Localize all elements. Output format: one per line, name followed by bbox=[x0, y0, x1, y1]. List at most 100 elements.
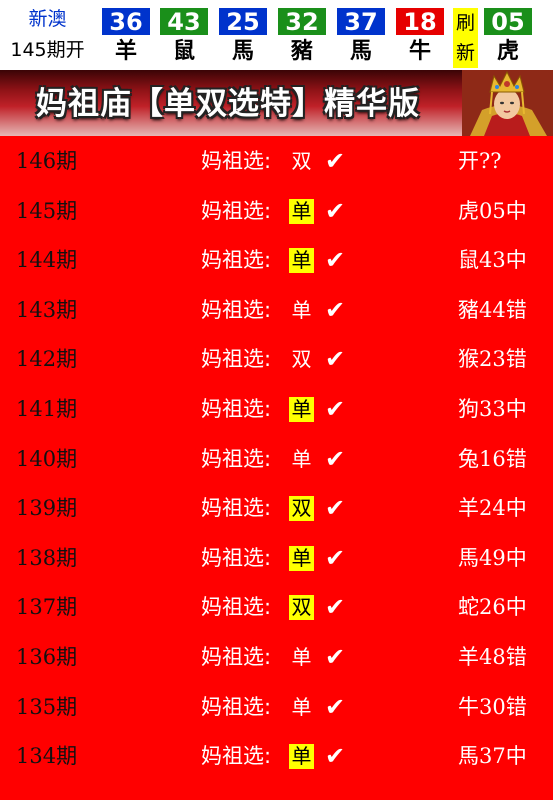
record-row: 141期 妈祖选: 单 ✔ 狗33中 bbox=[0, 384, 553, 434]
record-period: 142期 bbox=[16, 347, 78, 372]
ball-2-number: 43 bbox=[160, 8, 208, 36]
record-pick-value: 单 bbox=[291, 645, 312, 669]
record-pick-label: 妈祖选: bbox=[201, 297, 272, 322]
record-pick-value: 单 bbox=[289, 248, 314, 274]
lottery-name[interactable]: 新澳 bbox=[0, 6, 95, 32]
record-row: 134期 妈祖选: 单 ✔ 馬37中 bbox=[0, 731, 553, 781]
special-ball: 05 虎 bbox=[482, 8, 534, 68]
record-period: 145期 bbox=[16, 198, 78, 223]
record-period: 140期 bbox=[16, 446, 78, 471]
refresh-label-2: 新 bbox=[455, 42, 475, 64]
record-pick-value: 单 bbox=[291, 446, 312, 471]
special-ball-zodiac: 虎 bbox=[496, 39, 519, 64]
record-result: 馬49中 bbox=[458, 545, 527, 570]
record-pick-label: 妈祖选: bbox=[201, 744, 272, 769]
ball-3-zodiac: 馬 bbox=[231, 39, 254, 64]
banner: 妈祖庙【单双选特】精华版 bbox=[0, 70, 553, 136]
record-row: 140期 妈祖选: 单 ✔ 兔16错 bbox=[0, 434, 553, 484]
check-icon: ✔ bbox=[325, 246, 346, 275]
record-result: 豬44错 bbox=[458, 297, 527, 322]
results-bar: 新澳 145期开 36 羊 43 鼠 25 馬 32 豬 37 馬 18 牛 刷… bbox=[0, 0, 553, 70]
ball-6: 18 牛 bbox=[394, 8, 446, 68]
record-period: 141期 bbox=[16, 397, 78, 421]
record-row: 142期 妈祖选: 双 ✔ 猴23错 bbox=[0, 334, 553, 384]
record-pick-label: 妈祖选: bbox=[201, 645, 272, 669]
record-result: 狗33中 bbox=[458, 397, 527, 421]
ball-4: 32 豬 bbox=[276, 8, 328, 68]
record-pick-value: 双 bbox=[291, 347, 312, 372]
record-pick-value: 单 bbox=[289, 397, 314, 422]
record-pick-label: 妈祖选: bbox=[201, 496, 272, 521]
ball-4-zodiac: 豬 bbox=[290, 39, 313, 64]
special-ball-number: 05 bbox=[484, 8, 532, 36]
record-pick-label: 妈祖选: bbox=[201, 397, 272, 421]
record-period: 143期 bbox=[16, 297, 78, 322]
ball-6-number: 18 bbox=[396, 8, 444, 36]
mazu-goddess-image bbox=[462, 70, 553, 136]
check-icon: ✔ bbox=[325, 593, 346, 622]
record-result: 兔16错 bbox=[458, 446, 527, 471]
check-icon: ✔ bbox=[325, 345, 346, 374]
record-pick-label: 妈祖选: bbox=[201, 347, 272, 372]
check-icon: ✔ bbox=[325, 147, 346, 175]
record-result: 羊24中 bbox=[458, 496, 527, 521]
check-icon: ✔ bbox=[325, 196, 346, 225]
record-row: 146期 妈祖选: 双 ✔ 开?? bbox=[0, 136, 553, 186]
record-result: 虎05中 bbox=[458, 198, 527, 223]
check-icon: ✔ bbox=[325, 692, 346, 721]
draw-period: 145期开 bbox=[10, 39, 85, 61]
ball-1-number: 36 bbox=[102, 8, 150, 36]
record-row: 143期 妈祖选: 单 ✔ 豬44错 bbox=[0, 285, 553, 335]
record-period: 139期 bbox=[16, 496, 78, 521]
record-pick-label: 妈祖选: bbox=[201, 198, 272, 223]
record-pick-value: 单 bbox=[291, 694, 312, 719]
refresh-button[interactable]: 刷 新 bbox=[453, 8, 478, 68]
check-icon: ✔ bbox=[325, 295, 346, 324]
record-row: 139期 妈祖选: 双 ✔ 羊24中 bbox=[0, 483, 553, 533]
record-period: 136期 bbox=[16, 645, 78, 669]
ball-1-zodiac: 羊 bbox=[114, 39, 137, 64]
ball-3: 25 馬 bbox=[217, 8, 269, 68]
ball-4-number: 32 bbox=[278, 8, 326, 36]
record-row: 144期 妈祖选: 单 ✔ 鼠43中 bbox=[0, 235, 553, 285]
record-result: 馬37中 bbox=[458, 744, 527, 769]
record-pick-label: 妈祖选: bbox=[201, 248, 272, 273]
record-pick-value: 双 bbox=[289, 496, 314, 522]
prediction-list: 146期 妈祖选: 双 ✔ 开?? 145期 妈祖选: 单 ✔ 虎05中 144期 妈祖选: 单 ✔ 鼠43… bbox=[0, 136, 553, 800]
record-pick-value: 单 bbox=[291, 297, 312, 322]
ball-2-zodiac: 鼠 bbox=[172, 39, 195, 64]
record-pick-label: 妈祖选: bbox=[201, 149, 272, 173]
record-pick-value: 单 bbox=[289, 744, 314, 770]
record-period: 134期 bbox=[16, 744, 78, 769]
check-icon: ✔ bbox=[325, 543, 346, 572]
record-result: 开?? bbox=[458, 149, 502, 173]
record-pick-value: 单 bbox=[289, 545, 314, 571]
record-period: 144期 bbox=[16, 248, 78, 273]
check-icon: ✔ bbox=[325, 444, 346, 473]
record-result: 羊48错 bbox=[458, 645, 527, 669]
lottery-label: 新澳 145期开 bbox=[0, 0, 95, 70]
record-row: 138期 妈祖选: 单 ✔ 馬49中 bbox=[0, 533, 553, 583]
record-period: 135期 bbox=[16, 694, 78, 719]
record-pick-label: 妈祖选: bbox=[201, 694, 272, 719]
record-pick-value: 双 bbox=[289, 595, 314, 621]
record-period: 138期 bbox=[16, 545, 78, 570]
record-row: 136期 妈祖选: 单 ✔ 羊48错 bbox=[0, 632, 553, 682]
record-period: 137期 bbox=[16, 595, 78, 620]
record-period: 146期 bbox=[16, 149, 78, 173]
check-icon: ✔ bbox=[325, 395, 346, 423]
record-result: 牛30错 bbox=[458, 694, 527, 719]
ball-5-number: 37 bbox=[337, 8, 385, 36]
record-pick-label: 妈祖选: bbox=[201, 595, 272, 620]
ball-1: 36 羊 bbox=[100, 8, 152, 68]
ball-6-zodiac: 牛 bbox=[408, 39, 431, 64]
check-icon: ✔ bbox=[325, 643, 346, 671]
record-result: 蛇26中 bbox=[458, 595, 527, 620]
check-icon: ✔ bbox=[325, 494, 346, 523]
refresh-label-1: 刷 bbox=[455, 12, 475, 34]
check-icon: ✔ bbox=[325, 742, 346, 771]
record-pick-value: 单 bbox=[289, 198, 314, 224]
record-result: 鼠43中 bbox=[458, 248, 527, 273]
record-pick-label: 妈祖选: bbox=[201, 446, 272, 471]
record-pick-label: 妈祖选: bbox=[201, 545, 272, 570]
